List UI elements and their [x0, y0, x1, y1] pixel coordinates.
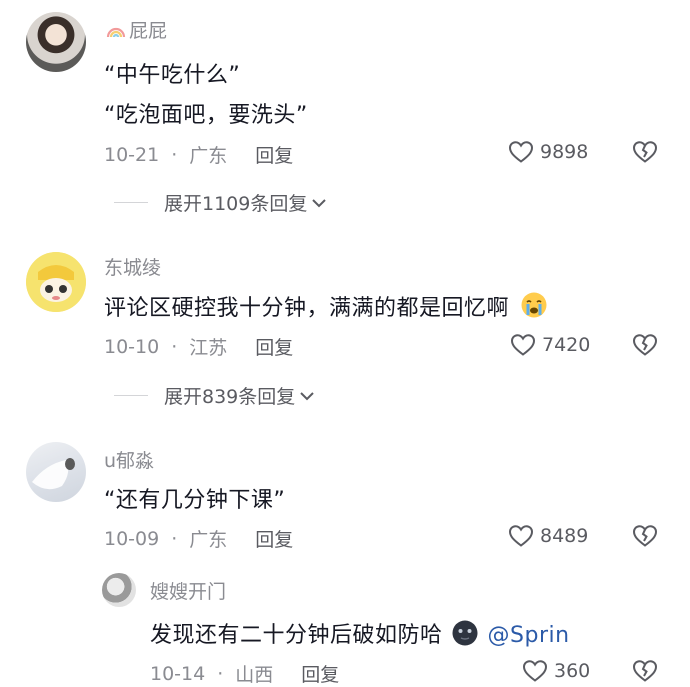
dark-face-emoji [450, 619, 480, 653]
heart-icon [508, 525, 534, 547]
comment-date: 10-10 [104, 335, 160, 358]
separator-dot: · [171, 335, 178, 358]
separator-dot: · [217, 662, 224, 685]
comment-date: 10-09 [104, 527, 160, 550]
reply-meta: 10-14 · 山西 回复 [150, 660, 339, 687]
like-button[interactable]: 8489 [508, 524, 588, 548]
broken-heart-icon [632, 660, 658, 682]
dislike-button[interactable] [632, 333, 658, 361]
expand-replies-button[interactable]: 展开1109条回复 [114, 189, 327, 216]
reply-button[interactable]: 回复 [255, 333, 293, 360]
reply-location: 山西 [235, 664, 274, 686]
comment-text-line-2: “吃泡面吧，要洗头” [104, 103, 308, 128]
expand-label: 展开839条回复 [164, 386, 296, 408]
comment-meta: 10-10 · 江苏 回复 [104, 333, 293, 360]
broken-heart-icon [632, 525, 658, 547]
reply-button[interactable]: 回复 [301, 660, 339, 687]
chevron-down-icon [312, 198, 327, 207]
heart-icon [508, 141, 534, 163]
expand-replies-button[interactable]: 展开839条回复 [114, 382, 315, 409]
crying-emoji [519, 291, 549, 325]
like-count: 7420 [542, 334, 591, 356]
username[interactable]: 屁屁 [106, 16, 167, 44]
reply-button[interactable]: 回复 [255, 525, 293, 552]
like-button[interactable]: 9898 [508, 140, 588, 164]
username[interactable]: 东城绫 [104, 253, 161, 280]
avatar[interactable] [26, 12, 86, 72]
comment-location: 江苏 [189, 337, 228, 359]
dislike-button[interactable] [632, 524, 658, 552]
divider [114, 202, 148, 203]
separator-dot: · [171, 143, 178, 166]
comment-location: 广东 [189, 145, 228, 167]
chevron-down-icon [300, 391, 314, 400]
cartoon-avatar-icon [26, 252, 86, 312]
comment-date: 10-21 [104, 143, 160, 166]
comment-text: 评论区硬控我十分钟，满满的都是回忆啊 [104, 290, 549, 325]
separator-dot: · [171, 527, 178, 550]
dislike-button[interactable] [632, 140, 658, 168]
broken-heart-icon [632, 141, 658, 163]
expand-label: 展开1109条回复 [164, 193, 308, 215]
mention-link[interactable]: @Sprin [488, 623, 570, 648]
broken-heart-icon [632, 334, 658, 356]
avatar[interactable] [26, 442, 86, 502]
comment-text-line-1: “中午吃什么” [104, 63, 241, 88]
reply-date: 10-14 [150, 662, 206, 685]
comment-location: 广东 [189, 529, 228, 551]
photo-avatar-icon [32, 458, 75, 490]
avatar[interactable] [26, 252, 86, 312]
heart-icon [510, 334, 536, 356]
reply-button[interactable]: 回复 [255, 141, 293, 168]
like-button[interactable]: 360 [522, 659, 590, 683]
reply-text: 发现还有二十分钟后破如防哈 @Sprin [150, 617, 570, 653]
like-count: 9898 [540, 141, 589, 163]
rainbow-icon [106, 21, 126, 44]
username[interactable]: u郁淼 [104, 446, 154, 473]
dislike-button[interactable] [632, 659, 658, 687]
divider [114, 395, 148, 396]
avatar[interactable] [102, 573, 136, 607]
username[interactable]: 嫂嫂开门 [150, 577, 226, 604]
like-count: 360 [554, 660, 591, 682]
heart-icon [522, 660, 548, 682]
like-button[interactable]: 7420 [510, 333, 590, 357]
comment-meta: 10-21 · 广东 回复 [104, 141, 293, 168]
comment-meta: 10-09 · 广东 回复 [104, 525, 293, 552]
comment-text: “还有几分钟下课” [104, 488, 286, 513]
like-count: 8489 [540, 525, 589, 547]
